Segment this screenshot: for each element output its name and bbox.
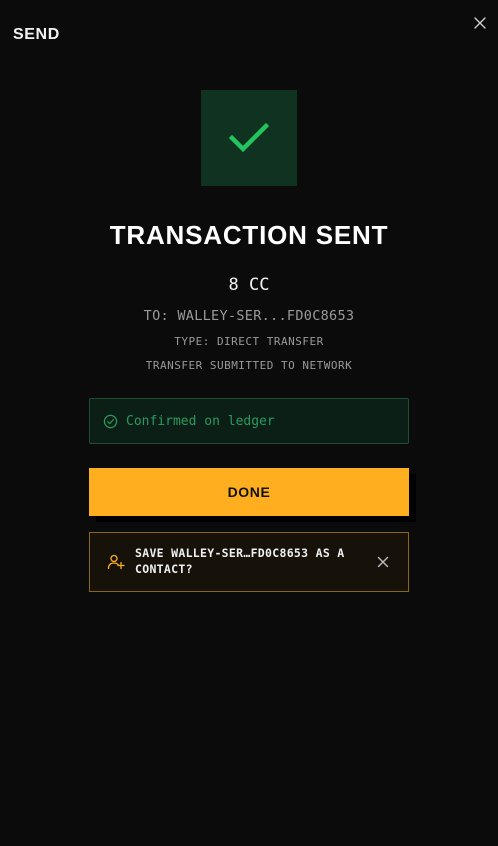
- success-indicator: [201, 90, 297, 186]
- close-icon: [473, 16, 486, 29]
- save-contact-text: SAVE WALLEY-SER…FD0C8653 AS A CONTACT?: [135, 546, 345, 576]
- user-plus-icon: [107, 553, 125, 571]
- check-circle-icon: [103, 414, 118, 429]
- check-icon: [229, 123, 269, 153]
- amount-value: 8 CC: [228, 275, 270, 295]
- recipient-address: TO: WALLEY-SER...FD0C8653: [143, 308, 355, 324]
- transaction-type: TYPE: DIRECT TRANSFER: [174, 335, 324, 348]
- close-button[interactable]: [471, 14, 488, 31]
- page-title: SEND: [13, 26, 60, 43]
- transaction-note: TRANSFER SUBMITTED TO NETWORK: [145, 359, 353, 372]
- done-button[interactable]: DONE: [89, 468, 409, 516]
- status-title: TRANSACTION SENT: [109, 220, 389, 250]
- ledger-status-banner: Confirmed on ledger: [89, 398, 409, 444]
- save-contact-prompt[interactable]: SAVE WALLEY-SER…FD0C8653 AS A CONTACT?: [89, 532, 409, 592]
- send-result-screen: SEND TRANSACTION SENT 8 CC TO: WALLEY-SE…: [0, 0, 498, 846]
- close-icon: [377, 556, 389, 568]
- dismiss-button[interactable]: [376, 555, 390, 569]
- ledger-status-label: Confirmed on ledger: [126, 413, 275, 429]
